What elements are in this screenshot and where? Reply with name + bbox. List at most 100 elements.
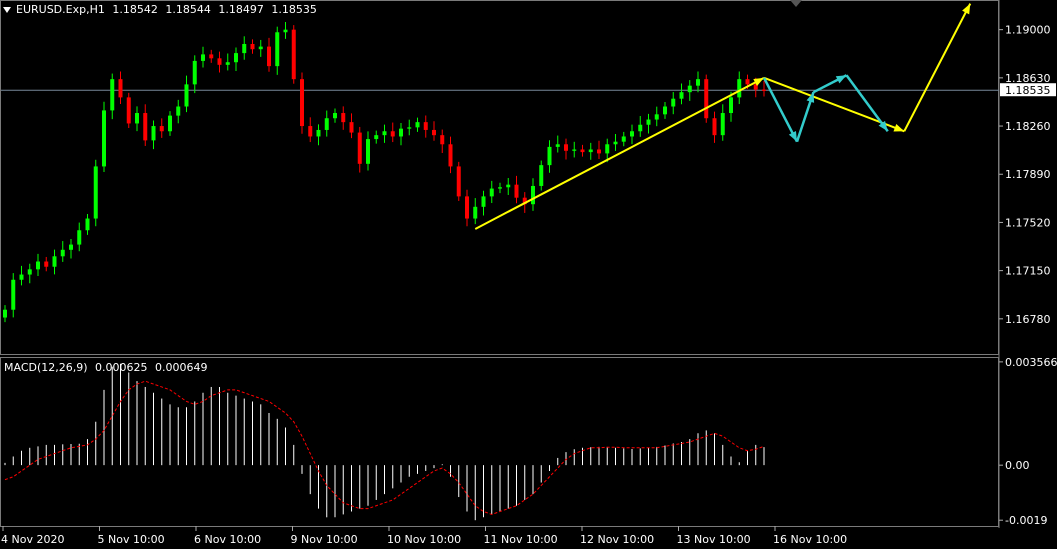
candle-body xyxy=(217,58,222,65)
candle-body xyxy=(159,126,164,132)
candle-body xyxy=(11,279,16,310)
macd-tick-label: -0.0019 xyxy=(1005,514,1047,527)
candle-body xyxy=(390,131,395,137)
candle-body xyxy=(473,206,478,219)
candle-body xyxy=(283,29,288,33)
chart-menu-triangle-icon[interactable] xyxy=(3,7,11,13)
candle-body xyxy=(646,119,651,125)
candle-body xyxy=(415,122,420,128)
candle-body xyxy=(704,79,709,119)
candle-body xyxy=(27,269,32,275)
candle-body xyxy=(498,187,502,189)
macd-signal-value: 0.000649 xyxy=(155,361,208,374)
candle-body xyxy=(465,196,469,219)
candle-body xyxy=(539,165,544,186)
candle-body xyxy=(118,79,123,98)
candle-body xyxy=(423,122,428,130)
candle-body xyxy=(572,149,577,151)
close-price: 1.18535 xyxy=(271,3,317,16)
candle-body xyxy=(663,106,667,115)
candle-body xyxy=(85,218,90,231)
macd-header: MACD(12,26,9) 0.000625 0.000649 xyxy=(4,361,212,374)
candle-body xyxy=(696,79,700,86)
candle-body xyxy=(399,128,403,137)
candle-body xyxy=(489,188,494,197)
low-price: 1.18497 xyxy=(218,3,264,16)
candle-body xyxy=(151,126,156,141)
time-tick-label: 11 Nov 10:00 xyxy=(484,533,558,546)
candle-body xyxy=(712,118,717,136)
candle-body xyxy=(382,131,387,136)
candle-body xyxy=(291,29,296,80)
candle-body xyxy=(580,149,585,153)
candle-body xyxy=(168,115,172,132)
price-tick-label: 1.17150 xyxy=(1005,265,1051,278)
candle-body xyxy=(654,114,659,120)
time-tick-label: 5 Nov 10:00 xyxy=(98,533,165,546)
candle-body xyxy=(267,46,271,67)
candle-body xyxy=(762,89,766,91)
candle-body xyxy=(19,274,24,280)
candle-body xyxy=(687,85,692,93)
price-tick-label: 1.18630 xyxy=(1005,72,1051,85)
candle-body xyxy=(316,129,321,137)
time-tick-label: 6 Nov 10:00 xyxy=(194,533,261,546)
candle-body xyxy=(547,146,552,166)
candle-body xyxy=(407,127,412,129)
candle-body xyxy=(506,184,511,188)
macd-tick-label: 0.00 xyxy=(1005,459,1030,472)
candle-body xyxy=(621,136,626,142)
candle-body xyxy=(250,43,255,50)
candle-body xyxy=(432,129,436,136)
symbol-label: EURUSD.Exp,H1 xyxy=(16,3,105,16)
candle-body xyxy=(564,144,568,151)
candle-body xyxy=(630,131,634,137)
candle-body xyxy=(341,113,346,123)
time-tick-label: 9 Nov 10:00 xyxy=(291,533,358,546)
candle-body xyxy=(745,79,750,85)
high-price: 1.18544 xyxy=(165,3,211,16)
candle-body xyxy=(36,261,40,270)
candle-body xyxy=(3,309,7,318)
chart-canvas: 1.19000 1.18630 1.18260 1.17890 1.17520 1.171… xyxy=(0,0,1057,549)
candle-body xyxy=(514,184,519,198)
time-tick-label: 4 Nov 2020 xyxy=(1,533,64,546)
candle-body xyxy=(605,144,610,154)
candle-body xyxy=(588,149,593,153)
price-tick-label: 1.17520 xyxy=(1005,216,1051,229)
price-tick-label: 1.18260 xyxy=(1005,120,1051,133)
candle-body xyxy=(374,135,379,140)
candle-body xyxy=(555,144,560,147)
candle-body xyxy=(349,122,354,133)
candle-body xyxy=(448,144,453,167)
candle-body xyxy=(242,43,247,54)
candle-body xyxy=(52,256,57,267)
price-tick-label: 1.16780 xyxy=(1005,313,1051,326)
candle-body xyxy=(324,118,329,130)
candle-body xyxy=(729,97,733,114)
candle-body xyxy=(531,185,535,205)
candle-body xyxy=(77,230,82,245)
candle-body xyxy=(275,32,280,67)
candle-body xyxy=(613,141,618,145)
candle-body xyxy=(176,106,181,116)
macd-name: MACD(12,26,9) xyxy=(4,361,88,374)
price-tick-label: 1.19000 xyxy=(1005,24,1051,37)
candle-body xyxy=(638,124,643,132)
candle-body xyxy=(258,46,263,50)
candle-body xyxy=(357,132,362,164)
candle-body xyxy=(201,54,205,61)
candle-body xyxy=(209,54,214,59)
candle-body xyxy=(93,166,98,219)
candle-body xyxy=(671,98,676,107)
candle-body xyxy=(135,113,139,124)
candle-body xyxy=(456,166,461,197)
open-price: 1.18542 xyxy=(112,3,158,16)
candle-body xyxy=(44,261,49,267)
candle-body xyxy=(366,139,370,164)
candle-body xyxy=(184,84,189,107)
candle-body xyxy=(102,110,106,167)
price-chart-header: EURUSD.Exp,H1 1.18542 1.18544 1.18497 1.… xyxy=(3,3,321,16)
candle-body xyxy=(737,79,742,98)
price-tick-label: 1.17890 xyxy=(1005,168,1051,181)
